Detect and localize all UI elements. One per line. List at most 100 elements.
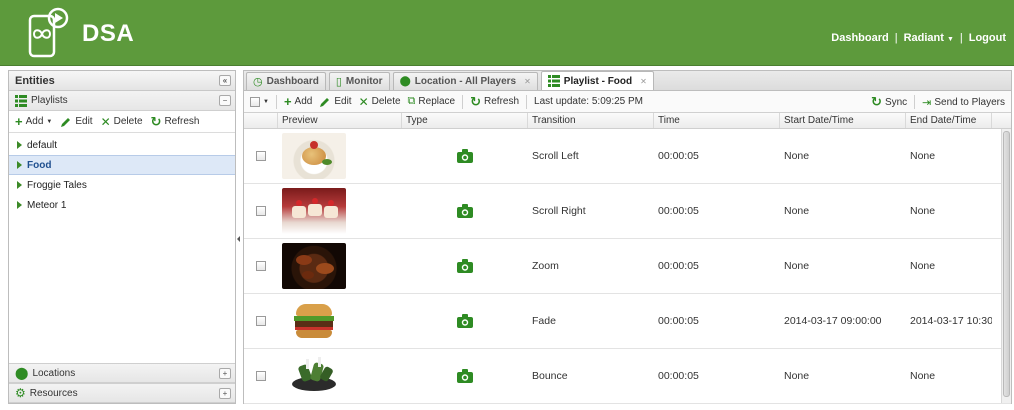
nav-separator: | xyxy=(894,32,898,44)
column-header-preview[interactable]: Preview xyxy=(278,113,402,128)
expand-arrow-icon[interactable] xyxy=(17,161,22,169)
add-button[interactable]: + Add xyxy=(284,94,312,109)
column-header-time[interactable]: Time xyxy=(654,113,780,128)
camera-icon xyxy=(457,149,473,163)
collapse-playlists-button[interactable]: − xyxy=(219,95,231,106)
tab-monitor[interactable]: ▯ Monitor xyxy=(328,72,390,90)
list-icon xyxy=(15,94,27,107)
locations-panel-header[interactable]: ⬤ Locations + xyxy=(9,363,235,383)
refresh-icon: ↻ xyxy=(470,93,482,109)
expand-locations-button[interactable]: + xyxy=(219,368,231,379)
replace-button[interactable]: ⧉ Replace xyxy=(408,95,456,108)
sync-label: Sync xyxy=(884,96,908,108)
sidebar-refresh-button[interactable]: ↻ Refresh xyxy=(151,114,200,130)
gear-icon: ⚙ xyxy=(15,386,26,400)
transition-cell: Scroll Right xyxy=(532,205,586,217)
sync-button[interactable]: ↻ Sync xyxy=(871,94,907,110)
time-cell: 00:00:05 xyxy=(658,205,699,217)
row-checkbox[interactable] xyxy=(256,371,266,381)
edit-button[interactable]: Edit xyxy=(319,96,352,108)
start-cell: 2014-03-17 09:00:00 xyxy=(784,315,882,327)
select-all-dropdown[interactable]: ▼ xyxy=(250,96,269,107)
sidebar-edit-button[interactable]: Edit xyxy=(60,116,93,128)
playlist-item-default[interactable]: default xyxy=(9,135,235,155)
logout-link[interactable]: Logout xyxy=(969,32,1006,44)
row-checkbox[interactable] xyxy=(256,316,266,326)
edit-label: Edit xyxy=(334,96,352,107)
row-checkbox[interactable] xyxy=(256,261,266,271)
phone-logo-icon xyxy=(28,7,69,58)
grid-header: Preview Type Transition Time Start Date/… xyxy=(244,113,1011,129)
table-row[interactable]: Scroll Right 00:00:05 None None xyxy=(244,184,1011,239)
app-header: DSA Dashboard | Radiant ▼ | Logout xyxy=(0,0,1014,66)
send-to-players-button[interactable]: ⇥ Send to Players xyxy=(922,96,1005,109)
column-header-end[interactable]: End Date/Time xyxy=(906,113,992,128)
playlist-label: Froggie Tales xyxy=(27,179,87,191)
splitter-arrow-icon[interactable] xyxy=(237,236,240,242)
start-cell: None xyxy=(784,150,810,162)
column-header-type[interactable]: Type xyxy=(402,113,528,128)
toolbar-divider xyxy=(526,94,528,109)
send-label: Send to Players xyxy=(934,96,1005,108)
refresh-button[interactable]: ↻ Refresh xyxy=(470,94,519,110)
sidebar-add-button[interactable]: + Add ▼ xyxy=(15,114,52,129)
table-row[interactable]: Scroll Left 00:00:05 None None xyxy=(244,129,1011,184)
main-panel: ◷ Dashboard ▯ Monitor ⬤ Location - All P… xyxy=(243,70,1012,404)
locations-label: Locations xyxy=(32,367,76,379)
refresh-label: Refresh xyxy=(484,96,520,107)
transition-cell: Fade xyxy=(532,315,556,327)
toolbar-right: ↻ Sync ⇥ Send to Players xyxy=(871,91,1005,113)
toolbar-divider xyxy=(462,94,464,109)
preview-image xyxy=(282,353,346,399)
table-row[interactable]: Fade 00:00:05 2014-03-17 09:00:00 2014-0… xyxy=(244,294,1011,349)
refresh-icon: ↻ xyxy=(150,113,162,129)
location-pin-icon: ⬤ xyxy=(399,76,411,87)
dashboard-link[interactable]: Dashboard xyxy=(831,32,888,44)
user-menu[interactable]: Radiant ▼ xyxy=(904,32,954,44)
preview-image xyxy=(282,188,346,234)
playlist-item-froggie-tales[interactable]: Froggie Tales xyxy=(9,175,235,195)
grid-scrollbar[interactable] xyxy=(1001,129,1011,403)
sidebar-splitter[interactable] xyxy=(237,70,241,404)
table-row[interactable]: Bounce 00:00:05 None None xyxy=(244,349,1011,404)
expand-arrow-icon[interactable] xyxy=(17,141,22,149)
replace-label: Replace xyxy=(418,96,456,107)
close-icon[interactable]: ✕ xyxy=(640,77,647,86)
column-header-transition[interactable]: Transition xyxy=(528,113,654,128)
tab-dashboard[interactable]: ◷ Dashboard xyxy=(246,72,326,90)
time-cell: 00:00:05 xyxy=(658,315,699,327)
nav-separator: | xyxy=(959,32,963,44)
sidebar-delete-button[interactable]: ✕ Delete xyxy=(101,115,143,129)
pencil-icon xyxy=(320,97,330,107)
camera-icon xyxy=(457,204,473,218)
playlists-label: Playlists xyxy=(31,95,68,106)
row-checkbox[interactable] xyxy=(256,151,266,161)
delete-button[interactable]: ✕ Delete xyxy=(359,95,401,109)
end-cell: None xyxy=(910,370,936,382)
sidebar-toolbar: + Add ▼ Edit ✕ Delete ↻ Refresh xyxy=(9,111,235,133)
tab-location-all-players[interactable]: ⬤ Location - All Players ✕ xyxy=(392,72,538,90)
expand-resources-button[interactable]: + xyxy=(219,388,231,399)
row-checkbox[interactable] xyxy=(256,206,266,216)
table-row[interactable]: Zoom 00:00:05 None None xyxy=(244,239,1011,294)
collapse-sidebar-button[interactable]: « xyxy=(219,75,231,86)
tab-playlist-food[interactable]: Playlist - Food ✕ xyxy=(540,71,654,90)
select-all-checkbox[interactable] xyxy=(250,96,260,107)
playlist-label: Food xyxy=(27,159,52,171)
close-icon[interactable]: ✕ xyxy=(524,77,531,86)
top-nav: Dashboard | Radiant ▼ | Logout xyxy=(831,32,1006,44)
scrollbar-thumb[interactable] xyxy=(1003,131,1010,397)
end-cell: None xyxy=(910,205,936,217)
expand-arrow-icon[interactable] xyxy=(17,201,22,209)
playlist-item-meteor-1[interactable]: Meteor 1 xyxy=(9,195,235,215)
last-update-text: Last update: 5:09:25 PM xyxy=(534,96,643,107)
playlists-panel-header[interactable]: Playlists − xyxy=(9,91,235,111)
playlist-item-food[interactable]: Food xyxy=(9,155,235,175)
resources-panel-header[interactable]: ⚙ Resources + xyxy=(9,383,235,403)
add-label: Add xyxy=(25,116,44,127)
replace-icon: ⧉ xyxy=(407,95,416,107)
preview-image xyxy=(282,243,346,289)
caret-down-icon: ▼ xyxy=(46,118,53,125)
column-header-start[interactable]: Start Date/Time xyxy=(780,113,906,128)
expand-arrow-icon[interactable] xyxy=(17,181,22,189)
